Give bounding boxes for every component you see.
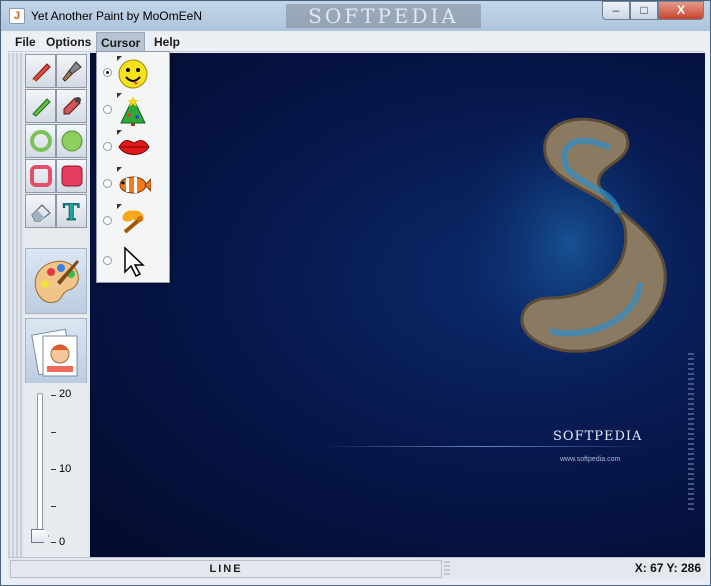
drawing-canvas[interactable]: SOFTPEDIA www.softpedia.com bbox=[90, 53, 705, 557]
status-bar: LINE X: 67 Y: 286 bbox=[8, 557, 705, 579]
image-open-icon bbox=[31, 328, 78, 377]
canvas-softpedia-url: www.softpedia.com bbox=[560, 456, 621, 463]
line-icon bbox=[32, 98, 51, 117]
status-grip[interactable] bbox=[444, 561, 450, 577]
title-bar[interactable]: J Yet Another Paint by MoOmEeN SOFTPEDIA… bbox=[1, 1, 710, 31]
menu-options[interactable]: Options bbox=[42, 32, 95, 52]
tool-panel: T 20 10 0 bbox=[23, 53, 89, 557]
softpedia-watermark: SOFTPEDIA bbox=[286, 4, 481, 28]
text-icon: T bbox=[63, 200, 81, 223]
eyedropper-icon bbox=[63, 97, 81, 115]
filled-ellipse-tool-button[interactable] bbox=[56, 124, 87, 158]
minimize-button[interactable]: – bbox=[602, 1, 630, 20]
ellipse-tool-button[interactable] bbox=[25, 124, 56, 158]
cursor-option-lips[interactable] bbox=[97, 128, 169, 165]
radio-selected[interactable] bbox=[103, 68, 112, 77]
color-palette-button[interactable] bbox=[25, 248, 87, 314]
svg-text:T: T bbox=[63, 200, 80, 223]
canvas-softpedia-logo: SOFTPEDIA bbox=[553, 429, 643, 444]
cursor-option-bee[interactable] bbox=[97, 202, 169, 239]
cursor-option-tree[interactable] bbox=[97, 91, 169, 128]
slider-track[interactable] bbox=[37, 393, 43, 543]
brush-size-slider[interactable]: 20 10 0 bbox=[25, 383, 87, 553]
ellipse-outline-icon bbox=[30, 130, 52, 152]
cursor-menu-dropdown bbox=[96, 51, 170, 283]
pencil-icon bbox=[32, 63, 51, 82]
eyedropper-tool-button[interactable] bbox=[56, 89, 87, 123]
pencil-tool-button[interactable] bbox=[25, 54, 56, 88]
menu-file[interactable]: File bbox=[11, 32, 40, 52]
eraser-tool-button[interactable] bbox=[25, 194, 56, 228]
rectangle-tool-button[interactable] bbox=[25, 159, 56, 193]
palette-icon bbox=[34, 260, 79, 303]
smiley-icon bbox=[118, 59, 148, 89]
slider-mid-label: 10 bbox=[59, 463, 72, 475]
brush-tool-button[interactable] bbox=[56, 54, 87, 88]
arrow-pointer-icon bbox=[124, 246, 145, 278]
slider-max-label: 20 bbox=[59, 388, 72, 400]
rectangle-outline-icon bbox=[30, 165, 52, 187]
eraser-icon bbox=[31, 204, 51, 222]
toolbar-grip[interactable] bbox=[8, 53, 22, 557]
window-title: Yet Another Paint by MoOmEeN bbox=[31, 9, 202, 23]
menu-help[interactable]: Help bbox=[150, 32, 184, 52]
bee-icon bbox=[122, 210, 144, 234]
clownfish-icon bbox=[119, 176, 151, 194]
line-tool-button[interactable] bbox=[25, 89, 56, 123]
rectangle-filled-icon bbox=[61, 165, 83, 187]
lips-icon bbox=[118, 140, 150, 155]
menu-bar: File Options Cursor Help bbox=[8, 32, 705, 52]
cursor-option-fish[interactable] bbox=[97, 165, 169, 202]
text-tool-button[interactable]: T bbox=[56, 194, 87, 228]
maximize-button[interactable]: □ bbox=[630, 1, 658, 20]
close-button[interactable]: X bbox=[658, 1, 704, 20]
java-app-icon[interactable]: J bbox=[9, 8, 25, 24]
cursor-coordinates: X: 67 Y: 286 bbox=[634, 561, 701, 575]
cursor-option-smiley[interactable] bbox=[97, 54, 169, 91]
ellipse-filled-icon bbox=[61, 130, 83, 152]
slider-thumb[interactable] bbox=[31, 529, 49, 543]
open-image-button[interactable] bbox=[25, 318, 87, 384]
current-tool-status: LINE bbox=[10, 560, 442, 578]
menu-cursor[interactable]: Cursor bbox=[96, 32, 146, 52]
brush-icon bbox=[62, 61, 82, 82]
island-image bbox=[455, 98, 680, 388]
cursor-option-arrow[interactable] bbox=[97, 242, 169, 279]
slider-min-label: 0 bbox=[59, 536, 66, 548]
christmas-tree-icon bbox=[120, 96, 146, 126]
filled-rectangle-tool-button[interactable] bbox=[56, 159, 87, 193]
